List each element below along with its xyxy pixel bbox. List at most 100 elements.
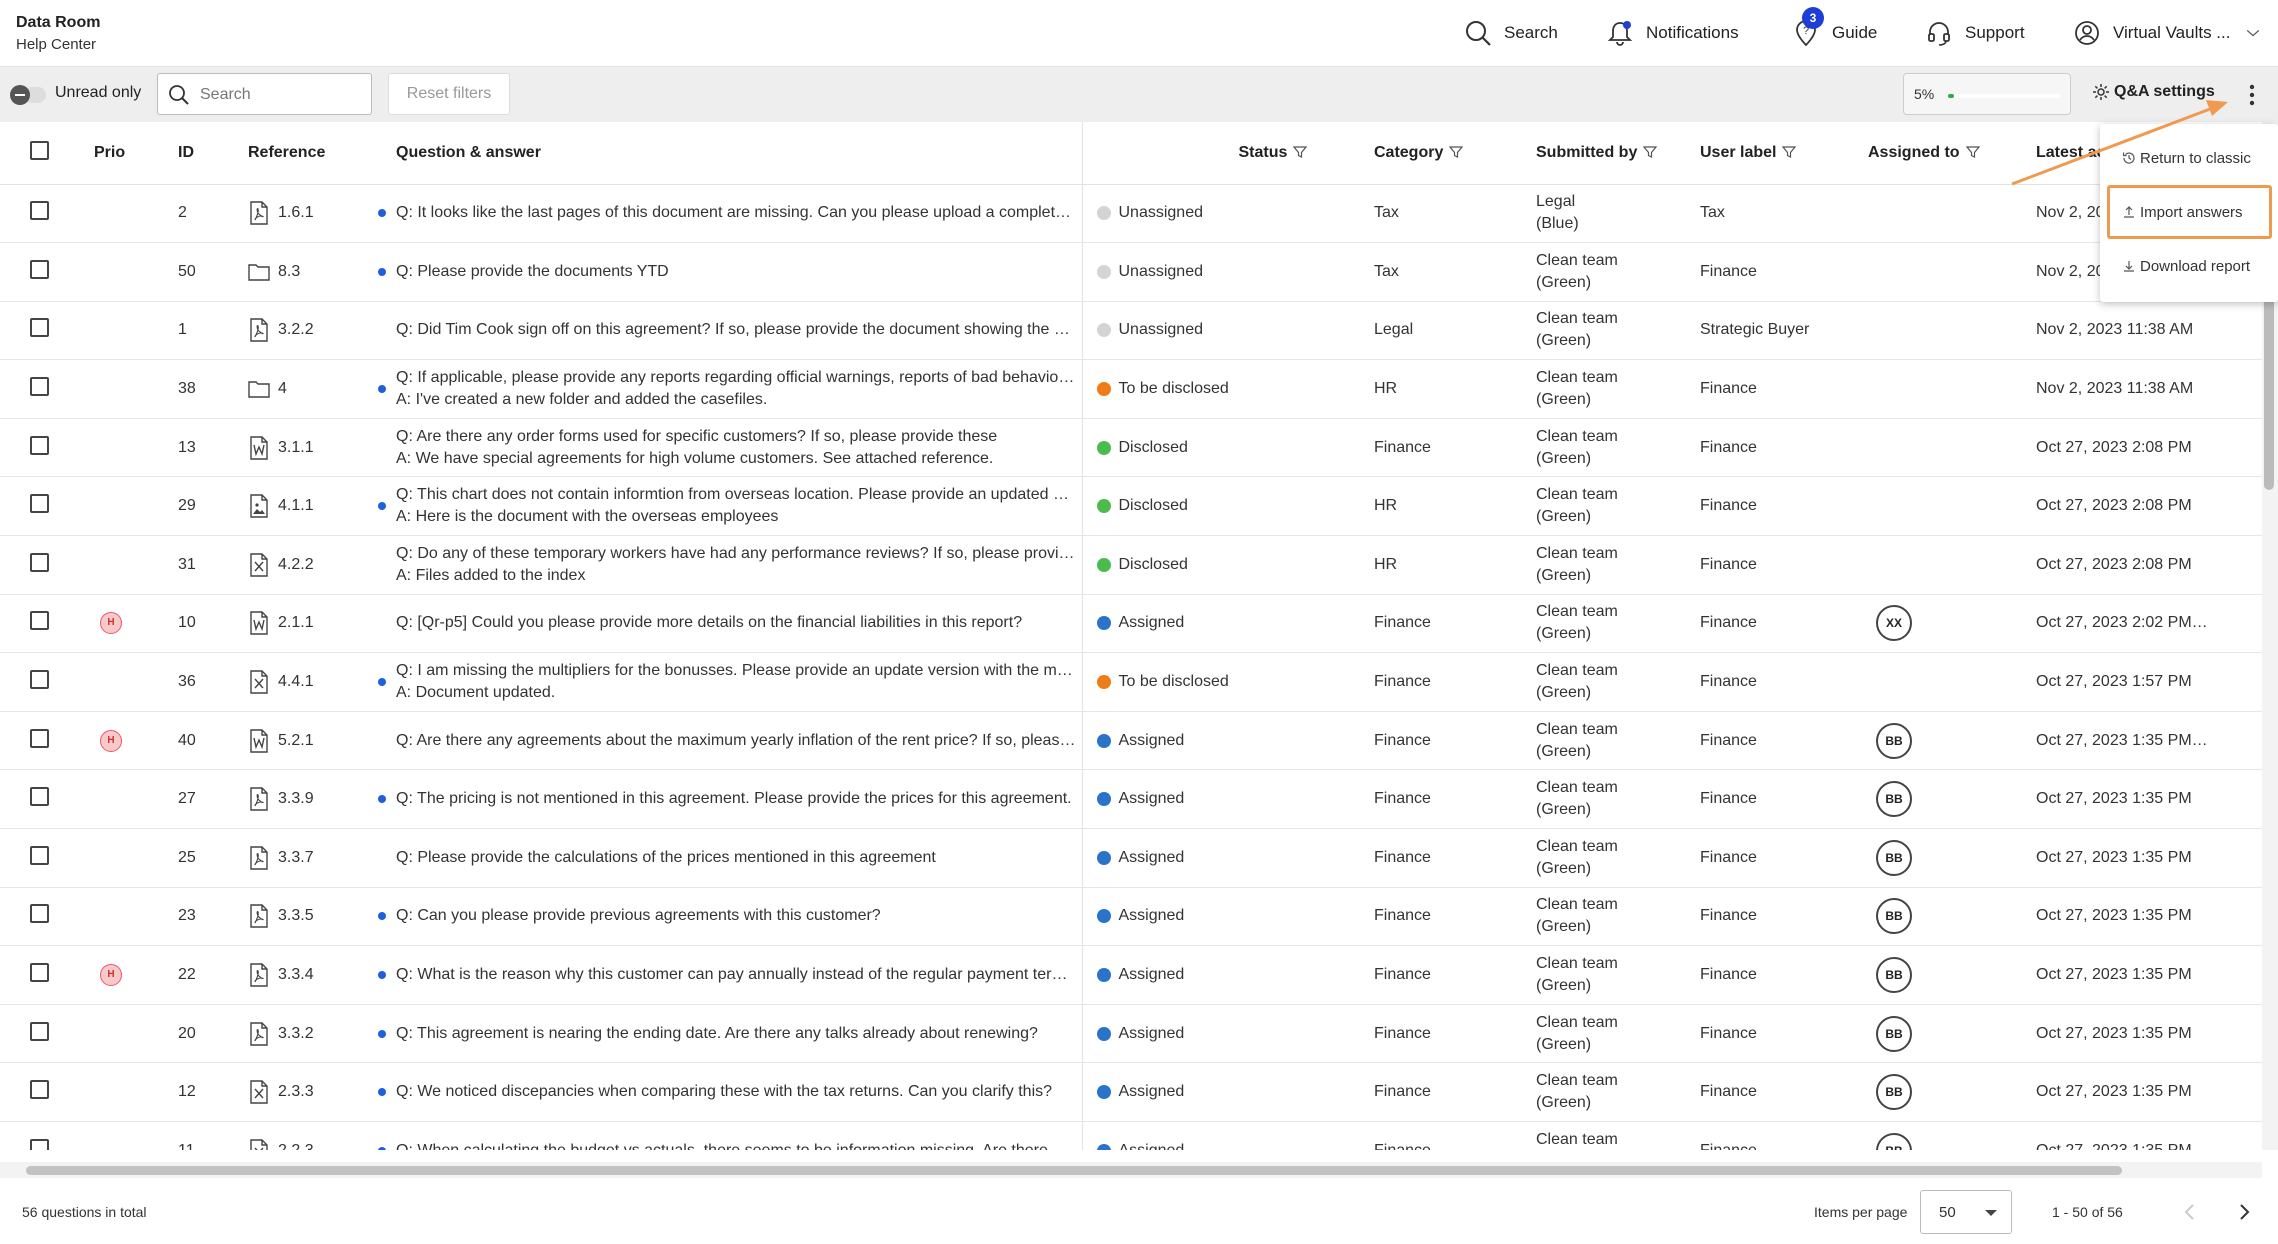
- row-checkbox[interactable]: [30, 1021, 49, 1041]
- row-checkbox[interactable]: [30, 201, 49, 221]
- table-row[interactable]: 11 2.2.3 Q: When calculating the budget vs…: [0, 1121, 2262, 1150]
- reference-cell[interactable]: 3.3.5: [248, 887, 378, 947]
- search-input[interactable]: [200, 82, 360, 108]
- table-row[interactable]: 12 2.3.3 Q: We noticed discepancies when c…: [0, 1062, 2262, 1122]
- table-row[interactable]: 20 3.3.2 Q: This agreement is nearing the …: [0, 1004, 2262, 1064]
- question-answer-cell[interactable]: Q: What is the reason why this customer …: [378, 945, 1083, 1005]
- question-answer-cell[interactable]: Q: If applicable, please provide any rep…: [378, 359, 1083, 419]
- filter-icon[interactable]: [1782, 145, 1797, 159]
- question-answer-cell[interactable]: Q: I am missing the multipliers for the …: [378, 652, 1083, 712]
- horizontal-scroll-thumb[interactable]: [26, 1166, 2122, 1175]
- table-row[interactable]: 23 3.3.5 Q: Can you please provide previou…: [0, 887, 2262, 947]
- reference-cell[interactable]: 4: [248, 359, 378, 419]
- reference-cell[interactable]: 3.3.7: [248, 828, 378, 888]
- avatar[interactable]: BB: [1876, 1074, 1912, 1111]
- table-row[interactable]: 29 4.1.1 Q: This chart does not contain in…: [0, 476, 2262, 537]
- question-answer-cell[interactable]: Q: This agreement is nearing the ending …: [378, 1004, 1083, 1064]
- row-checkbox[interactable]: [30, 552, 49, 572]
- kebab-icon[interactable]: [2242, 81, 2262, 109]
- question-answer-cell[interactable]: Q: The pricing is not mentioned in this …: [378, 769, 1083, 830]
- table-row[interactable]: 1 3.2.2 Q: Did Tim Cook sign off on this a…: [0, 301, 2262, 361]
- reference-cell[interactable]: 1.6.1: [248, 184, 378, 244]
- next-page-icon[interactable]: [2234, 1200, 2254, 1224]
- table-row[interactable]: 25 3.3.7 Q: Please provide the calculation…: [0, 828, 2262, 888]
- col-id[interactable]: ID: [178, 122, 248, 185]
- reference-cell[interactable]: 4.2.2: [248, 535, 378, 595]
- question-answer-cell[interactable]: Q: Can you please provide previous agree…: [378, 887, 1083, 947]
- avatar[interactable]: BB: [1876, 1015, 1912, 1052]
- row-checkbox[interactable]: [30, 318, 49, 338]
- table-row[interactable]: 38 4 Q: If applicable, please provide any …: [0, 359, 2262, 419]
- table-row[interactable]: 31 4.2.2 Q: Do any of these temporary work…: [0, 535, 2262, 595]
- nav-notifications[interactable]: Notifications: [1606, 16, 1739, 50]
- col-user-label[interactable]: User label: [1642, 122, 1810, 185]
- reference-cell[interactable]: 5.2.1: [248, 711, 378, 771]
- comment-icon[interactable]: [2252, 612, 2262, 635]
- question-answer-cell[interactable]: Q: Are there any agreements about the ma…: [378, 711, 1083, 771]
- unread-toggle[interactable]: [10, 85, 30, 105]
- row-checkbox[interactable]: [30, 435, 49, 455]
- select-all-checkbox[interactable]: [30, 140, 49, 160]
- table-row[interactable]: H 22 3.3.4 Q: What is the reason why this c…: [0, 945, 2262, 1005]
- row-checkbox[interactable]: [30, 259, 49, 279]
- search-box[interactable]: [157, 73, 372, 115]
- row-checkbox[interactable]: [30, 963, 49, 983]
- question-answer-cell[interactable]: Q: Please provide the documents YTD: [378, 242, 1083, 302]
- table-row[interactable]: 50 8.3 Q: Please provide the documents YTD…: [0, 242, 2262, 302]
- row-checkbox[interactable]: [30, 611, 49, 631]
- reference-cell[interactable]: 2.2.3: [248, 1121, 378, 1150]
- reference-cell[interactable]: 3.2.2: [248, 301, 378, 361]
- avatar[interactable]: BB: [1876, 781, 1912, 818]
- reference-cell[interactable]: 4.1.1: [248, 476, 378, 537]
- menu-download-report[interactable]: Download report: [2122, 254, 2250, 278]
- nav-search[interactable]: Search: [1464, 16, 1558, 50]
- col-category[interactable]: Category: [1272, 122, 1464, 185]
- reference-cell[interactable]: 2.3.3: [248, 1062, 378, 1122]
- table-row[interactable]: H 40 5.2.1 Q: Are there any agreements abou…: [0, 711, 2262, 771]
- table-row[interactable]: 27 3.3.9 Q: The pricing is not mentioned i…: [0, 769, 2262, 830]
- col-status[interactable]: Status: [1082, 122, 1308, 185]
- col-question-answer[interactable]: Question & answer: [378, 122, 1083, 185]
- reference-cell[interactable]: 3.1.1: [248, 418, 378, 478]
- row-checkbox[interactable]: [30, 728, 49, 748]
- prev-page-icon[interactable]: [2180, 1200, 2200, 1224]
- reference-cell[interactable]: 2.1.1: [248, 594, 378, 654]
- avatar[interactable]: BB: [1876, 898, 1912, 935]
- question-answer-cell[interactable]: Q: It looks like the last pages of this …: [378, 184, 1083, 244]
- col-submitted-by[interactable]: Submitted by: [1440, 122, 1658, 185]
- col-assigned-to[interactable]: Assigned to: [1810, 122, 1980, 185]
- row-checkbox[interactable]: [30, 904, 49, 924]
- row-checkbox[interactable]: [30, 1138, 49, 1150]
- brand[interactable]: Data Room Help Center: [16, 12, 100, 56]
- reference-cell[interactable]: 3.3.2: [248, 1004, 378, 1064]
- avatar[interactable]: XX: [1876, 605, 1912, 642]
- question-answer-cell[interactable]: Q: Do any of these temporary workers hav…: [378, 535, 1083, 595]
- table-row[interactable]: 2 1.6.1 Q: It looks like the last pages of…: [0, 184, 2262, 244]
- reference-cell[interactable]: 8.3: [248, 242, 378, 302]
- col-reference[interactable]: Reference: [248, 122, 378, 185]
- qa-settings-button[interactable]: Q&A settings: [2092, 83, 2215, 101]
- row-checkbox[interactable]: [30, 1080, 49, 1100]
- avatar[interactable]: BB: [1876, 722, 1912, 759]
- question-answer-cell[interactable]: Q: Did Tim Cook sign off on this agreeme…: [378, 301, 1083, 361]
- nav-account[interactable]: Virtual Vaults ...: [2073, 16, 2262, 50]
- avatar[interactable]: BB: [1876, 1132, 1912, 1150]
- avatar[interactable]: BB: [1876, 957, 1912, 994]
- row-checkbox[interactable]: [30, 377, 49, 397]
- question-answer-cell[interactable]: Q: When calculating the budget vs actual…: [378, 1121, 1083, 1150]
- row-checkbox[interactable]: [30, 845, 49, 865]
- row-checkbox[interactable]: [30, 494, 49, 514]
- question-answer-cell[interactable]: Q: Are there any order forms used for sp…: [378, 418, 1083, 478]
- question-answer-cell[interactable]: Q: [Qr-p5] Could you please provide more…: [378, 594, 1083, 654]
- comment-icon[interactable]: [2252, 730, 2262, 752]
- reference-cell[interactable]: 4.4.1: [248, 652, 378, 712]
- items-per-page-select[interactable]: 50: [1920, 1190, 2012, 1234]
- row-checkbox[interactable]: [30, 787, 49, 807]
- reference-cell[interactable]: 3.3.4: [248, 945, 378, 1005]
- question-answer-cell[interactable]: Q: We noticed discepancies when comparin…: [378, 1062, 1083, 1122]
- question-answer-cell[interactable]: Q: Please provide the calculations of th…: [378, 828, 1083, 888]
- avatar[interactable]: BB: [1876, 839, 1912, 876]
- table-row[interactable]: 13 3.1.1 Q: Are there any order forms used…: [0, 418, 2262, 478]
- question-answer-cell[interactable]: Q: This chart does not contain informtio…: [378, 476, 1083, 537]
- table-row[interactable]: H 10 2.1.1 Q: [Qr-p5] Could you please prov…: [0, 594, 2262, 654]
